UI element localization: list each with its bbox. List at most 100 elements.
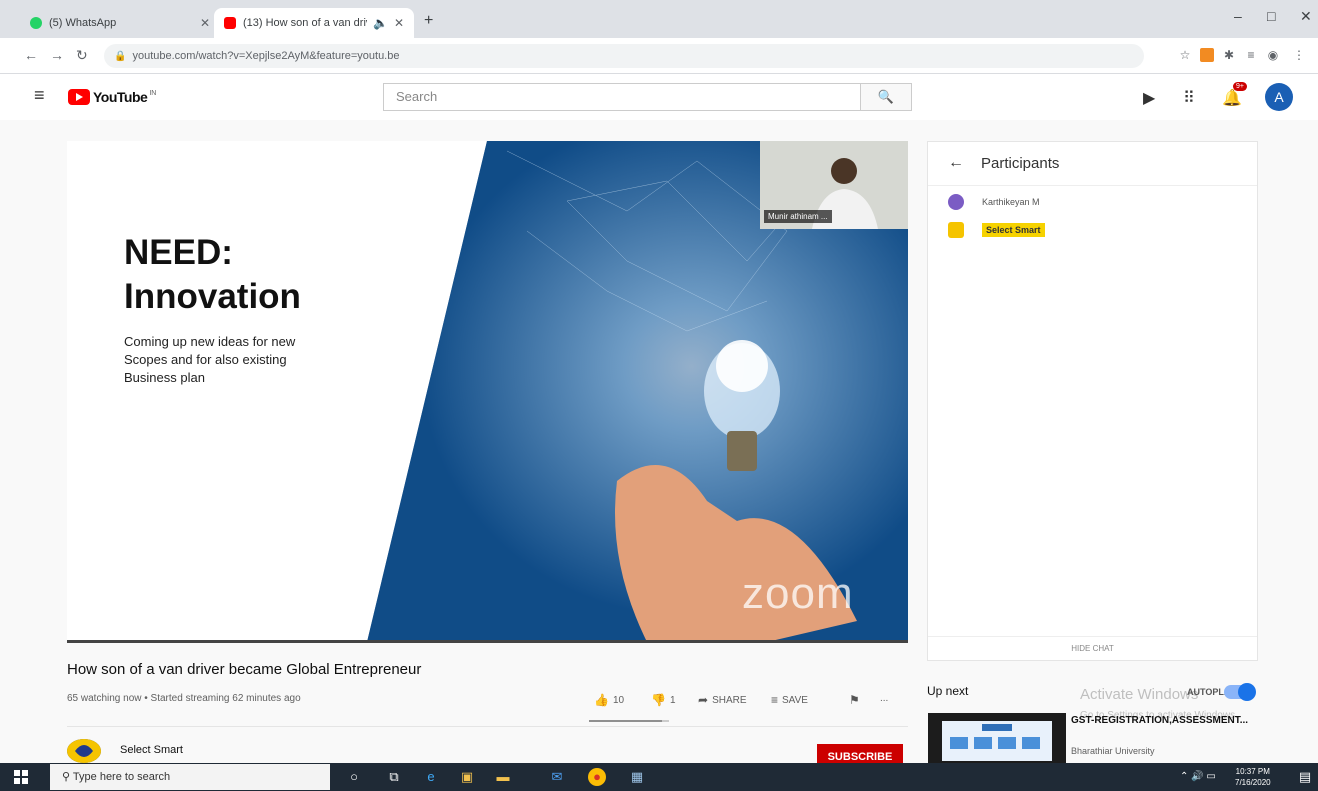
panel-header: ← Participants xyxy=(928,142,1257,186)
tab-youtube[interactable]: (13) How son of a van drive 🔈 ✕ xyxy=(214,8,414,38)
reading-list-icon[interactable]: ≡ xyxy=(1244,48,1258,62)
up-next-label: Up next xyxy=(927,684,969,698)
audio-icon[interactable]: 🔈 xyxy=(373,16,388,30)
edge-icon[interactable]: e xyxy=(422,768,440,786)
dislike-button[interactable]: 👎 1 xyxy=(651,693,676,707)
profile-icon[interactable]: ◉ xyxy=(1266,48,1280,62)
video-progress-bar[interactable] xyxy=(67,640,908,643)
task-view-icon[interactable]: ⧉ xyxy=(385,768,403,786)
url-text: youtube.com/watch?v=Xepjlse2AyM&feature=… xyxy=(132,50,400,62)
video-meta: 65 watching now • Started streaming 62 m… xyxy=(67,693,301,704)
video-player[interactable]: zoom NEED: Innovation Coming up new idea… xyxy=(67,141,908,642)
minimize-button[interactable]: – xyxy=(1234,8,1242,24)
youtube-favicon-icon xyxy=(224,17,236,29)
up-next-video-title[interactable]: GST-REGISTRATION,ASSESSMENT... xyxy=(1071,714,1251,727)
thumbnail-screen xyxy=(942,721,1052,761)
puzzle-icon[interactable]: ✱ xyxy=(1222,48,1236,62)
slide-body-text: Coming up new ideas for new Scopes and f… xyxy=(124,334,296,385)
notification-center-icon[interactable]: ▤ xyxy=(1296,768,1314,786)
photos-icon[interactable]: ▦ xyxy=(628,768,646,786)
lock-icon: 🔒 xyxy=(114,50,127,62)
speaker-camera-thumbnail: Munir athinam ... xyxy=(760,141,908,229)
tab-whatsapp[interactable]: (5) WhatsApp ✕ xyxy=(20,8,220,38)
taskbar-clock[interactable]: 10:37 PM 7/16/2020 xyxy=(1235,766,1271,788)
close-tab-icon[interactable]: ✕ xyxy=(394,16,404,30)
new-tab-button[interactable]: + xyxy=(424,12,433,30)
youtube-logo[interactable]: YouTube IN xyxy=(68,89,156,105)
youtube-masthead: ≡ YouTube IN Search 🔍 ▶ ⠿ 🔔 9+ A xyxy=(0,74,1318,120)
chrome-icon[interactable]: ● xyxy=(588,768,606,786)
save-playlist-icon: ≡ xyxy=(771,693,779,707)
whatsapp-icon xyxy=(30,17,42,29)
more-actions-button[interactable]: ... xyxy=(880,693,888,704)
hide-chat-button[interactable]: HIDE CHAT xyxy=(928,636,1257,661)
subscribe-button[interactable]: SUBSCRIBE xyxy=(817,744,903,764)
select-smart-logo-icon xyxy=(67,739,101,763)
more-icon: ... xyxy=(880,693,889,704)
browser-toolbar: ← → ↻ 🔒 youtube.com/watch?v=Xepjlse2AyM&… xyxy=(0,38,1318,74)
activate-windows-title: Activate Windows xyxy=(1080,686,1199,703)
dislike-count: 1 xyxy=(669,694,676,706)
save-button[interactable]: ≡ SAVE xyxy=(771,693,808,707)
channel-name[interactable]: Select Smart xyxy=(120,744,183,756)
participant-row: Karthikeyan M xyxy=(948,192,1040,212)
divider xyxy=(67,726,908,727)
like-button[interactable]: 👍 10 xyxy=(594,693,624,707)
participant-name: Select Smart xyxy=(982,223,1045,237)
like-ratio-fill xyxy=(589,720,662,722)
participant-avatar-icon xyxy=(948,194,964,210)
up-next-channel: Bharathiar University xyxy=(1071,746,1155,756)
notifications-bell-icon[interactable]: 🔔 xyxy=(1222,88,1242,108)
address-bar[interactable]: 🔒 youtube.com/watch?v=Xepjlse2AyM&featur… xyxy=(104,44,1144,68)
account-avatar[interactable]: A xyxy=(1265,83,1293,111)
taskbar-search-icon: ⚲ xyxy=(62,771,73,783)
autoplay-toggle[interactable] xyxy=(1224,683,1256,701)
clock-time: 10:37 PM xyxy=(1235,767,1270,776)
back-icon[interactable]: ← xyxy=(24,47,38,63)
star-icon[interactable]: ☆ xyxy=(1178,48,1192,62)
youtube-play-icon xyxy=(68,89,90,105)
search-input[interactable]: Search xyxy=(383,83,861,111)
close-tab-icon[interactable]: ✕ xyxy=(200,16,210,30)
flag-icon: ⚑ xyxy=(849,693,860,707)
back-arrow-icon[interactable]: ← xyxy=(948,154,964,172)
thumbs-down-icon: 👎 xyxy=(651,693,666,707)
thumbnail-slide-graphic xyxy=(950,724,1040,749)
share-button[interactable]: ➦ SHARE xyxy=(698,693,747,707)
hamburger-menu-icon[interactable]: ≡ xyxy=(34,85,45,106)
menu-kebab-icon[interactable]: ⋮ xyxy=(1292,48,1306,62)
youtube-wordmark: YouTube xyxy=(93,89,148,105)
search-icon: 🔍 xyxy=(877,89,895,104)
channel-avatar[interactable] xyxy=(67,739,101,763)
close-window-button[interactable]: ✕ xyxy=(1300,8,1312,25)
save-label: SAVE xyxy=(782,694,808,706)
windows-start-icon[interactable] xyxy=(14,770,28,784)
store-icon[interactable]: ▣ xyxy=(458,768,476,786)
mail-icon[interactable]: ✉ xyxy=(548,768,566,786)
create-video-icon[interactable]: ▶ xyxy=(1143,88,1155,108)
speaker-name-label: Munir athinam ... xyxy=(764,210,832,223)
country-code: IN xyxy=(149,89,157,97)
slide-title: NEED: Innovation xyxy=(124,233,301,316)
taskbar-search-box[interactable]: ⚲ Type here to search xyxy=(50,764,330,790)
file-explorer-icon[interactable]: ▬ xyxy=(494,768,512,786)
thumbs-up-icon: 👍 xyxy=(594,693,609,707)
report-button[interactable]: ⚑ xyxy=(849,693,864,707)
cortana-icon[interactable]: ○ xyxy=(345,768,363,786)
apps-grid-icon[interactable]: ⠿ xyxy=(1183,88,1195,108)
participant-name: Karthikeyan M xyxy=(982,197,1040,207)
maximize-button[interactable]: □ xyxy=(1267,8,1275,24)
like-count: 10 xyxy=(612,694,625,706)
system-tray-icons[interactable]: ⌃ 🔊 ▭ xyxy=(1180,771,1216,782)
forward-icon[interactable]: → xyxy=(50,47,64,63)
share-label: SHARE xyxy=(712,694,747,706)
participants-panel: ← Participants Karthikeyan M Select Smar… xyxy=(927,141,1258,661)
search-button[interactable]: 🔍 xyxy=(860,83,912,111)
extension-icon[interactable] xyxy=(1200,48,1214,62)
taskbar-search-placeholder: Type here to search xyxy=(72,771,171,783)
participant-row: Select Smart xyxy=(948,220,1045,240)
toggle-knob xyxy=(1238,683,1256,701)
tab-label: (13) How son of a van drive xyxy=(243,17,367,29)
up-next-thumbnail[interactable] xyxy=(928,713,1066,763)
reload-icon[interactable]: ↻ xyxy=(76,47,88,64)
